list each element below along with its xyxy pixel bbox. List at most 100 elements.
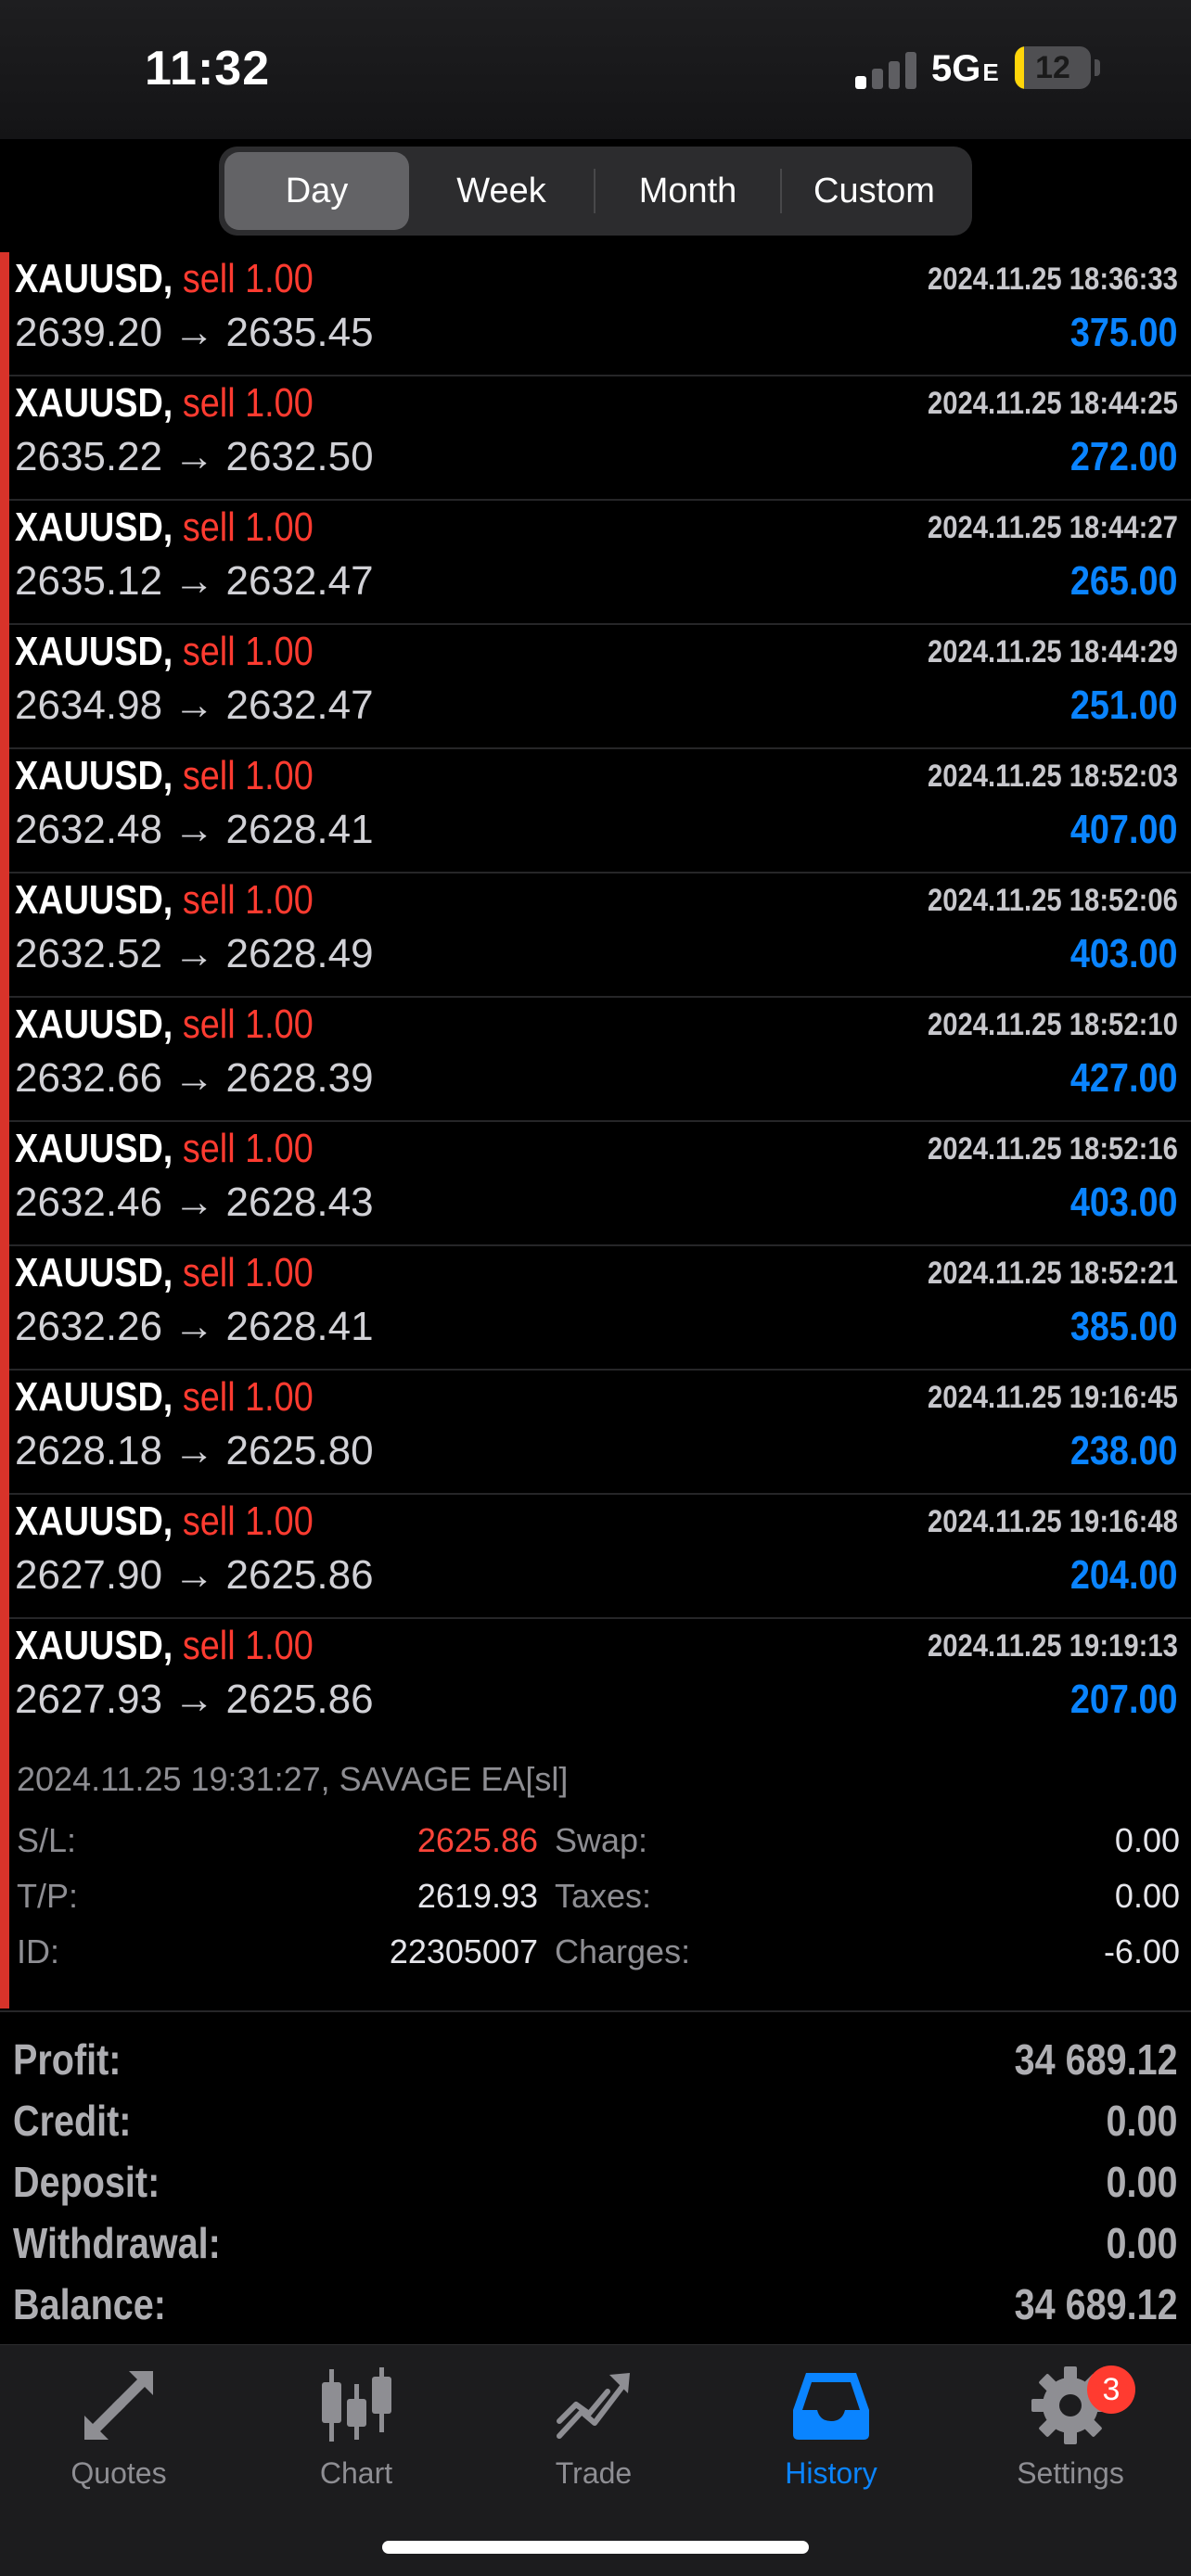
trade-side: sell 1.00 [182,256,314,301]
trade-prices: 2628.18 → 2625.80 [15,1428,374,1473]
taxes-value: 0.00 [1114,1877,1180,1915]
tab-trade[interactable]: Trade [501,2364,686,2503]
trade-time: 2024.11.25 18:44:27 [928,510,1178,545]
trade-symbol: XAUUSD, [15,1498,173,1544]
trade-row[interactable]: XAUUSD, sell 1.00 2024.11.25 18:44:25 26… [9,376,1191,501]
candlestick-chart-icon [322,2367,391,2442]
tab-custom[interactable]: Custom [782,152,967,230]
trade-side: sell 1.00 [182,1126,314,1171]
trade-symbol: XAUUSD, [15,504,173,550]
tab-settings-label: Settings [1017,2456,1124,2490]
trade-prices: 2635.12 → 2632.47 [15,558,374,604]
trade-symbol: XAUUSD, [15,1623,173,1668]
trade-symbol: XAUUSD, [15,629,173,674]
trade-symbol: XAUUSD, [15,256,173,301]
trade-row[interactable]: XAUUSD, sell 1.00 2024.11.25 19:16:48 26… [9,1495,1191,1619]
battery-icon: 12 [1015,46,1091,89]
status-time: 11:32 [145,42,271,96]
tab-quotes[interactable]: Quotes [26,2364,211,2503]
trade-side: sell 1.00 [182,504,314,550]
trade-row[interactable]: XAUUSD, sell 1.00 2024.11.25 18:52:06 26… [9,874,1191,998]
withdrawal-value: 0.00 [1107,2219,1178,2267]
trade-side: sell 1.00 [182,1498,314,1544]
trade-time: 2024.11.25 18:52:03 [928,759,1178,794]
trade-side: sell 1.00 [182,1623,314,1668]
tab-week[interactable]: Week [409,152,594,230]
trade-side: sell 1.00 [182,629,314,674]
trade-time: 2024.11.25 19:16:48 [928,1504,1178,1539]
trade-symbol: XAUUSD, [15,877,173,923]
cellular-signal-icon [855,48,920,89]
trade-prices: 2632.52 → 2628.49 [15,931,374,976]
trade-profit: 238.00 [1070,1428,1178,1473]
balance-value: 34 689.12 [1014,2280,1178,2328]
trade-side: sell 1.00 [182,877,314,923]
trade-prices: 2632.66 → 2628.39 [15,1055,374,1101]
deposit-label: Deposit: [13,2158,160,2206]
trade-symbol: XAUUSD, [15,1250,173,1295]
trade-side: sell 1.00 [182,1001,314,1047]
trade-row[interactable]: XAUUSD, sell 1.00 2024.11.25 18:44:27 26… [9,501,1191,625]
credit-value: 0.00 [1107,2097,1178,2145]
network-type: 5GE [931,48,999,89]
trade-profit: 251.00 [1070,682,1178,728]
trade-time: 2024.11.25 18:52:10 [928,1007,1178,1042]
trade-profit: 204.00 [1070,1552,1178,1598]
taxes-label: Taxes: [555,1877,652,1915]
trade-profit: 427.00 [1070,1055,1178,1101]
trade-history-list[interactable]: XAUUSD, sell 1.00 2024.11.25 18:36:33 26… [0,252,1191,2009]
trade-prices: 2632.26 → 2628.41 [15,1304,374,1349]
trade-row[interactable]: XAUUSD, sell 1.00 2024.11.25 18:44:29 26… [9,625,1191,749]
sl-label: S/L: [17,1821,77,1859]
details-header: 2024.11.25 19:31:27, SAVAGE EA[sl] [17,1760,569,1798]
withdrawal-label: Withdrawal: [13,2219,221,2267]
details-row-tp: T/P: 2619.93 Taxes: 0.00 [17,1877,1180,1923]
trade-prices: 2632.46 → 2628.43 [15,1180,374,1225]
id-value: 22305007 [389,1932,538,1970]
trade-details-panel: 2024.11.25 19:31:27, SAVAGE EA[sl] S/L: … [9,1743,1191,2003]
inbox-tray-icon [793,2373,869,2440]
tab-trade-label: Trade [555,2456,633,2490]
trade-prices: 2634.98 → 2632.47 [15,682,374,728]
profit-label: Profit: [13,2035,122,2084]
credit-label: Credit: [13,2097,132,2145]
tab-settings[interactable]: Settings 3 [978,2364,1163,2503]
deposit-value: 0.00 [1107,2158,1178,2206]
trade-row[interactable]: XAUUSD, sell 1.00 2024.11.25 19:19:13 26… [9,1619,1191,1743]
trade-side: sell 1.00 [182,753,314,798]
trade-prices: 2635.22 → 2632.50 [15,434,374,479]
trade-symbol: XAUUSD, [15,380,173,426]
trade-row[interactable]: XAUUSD, sell 1.00 2024.11.25 18:52:03 26… [9,749,1191,874]
trade-side: sell 1.00 [182,1250,314,1295]
details-row-id: ID: 22305007 Charges: -6.00 [17,1932,1180,1979]
trade-symbol: XAUUSD, [15,1001,173,1047]
tab-chart[interactable]: Chart [263,2364,449,2503]
balance-label: Balance: [13,2280,166,2328]
summary-balance: Balance: 34 689.12 [13,2279,1178,2339]
trade-row[interactable]: XAUUSD, sell 1.00 2024.11.25 18:52:10 26… [9,998,1191,1122]
trade-profit: 375.00 [1070,310,1178,355]
trade-time: 2024.11.25 19:16:45 [928,1380,1178,1415]
trade-row[interactable]: XAUUSD, sell 1.00 2024.11.25 18:52:21 26… [9,1246,1191,1371]
period-segmented-control: Day Week Month Custom [219,147,972,236]
trade-prices: 2632.48 → 2628.41 [15,807,374,852]
trade-profit: 207.00 [1070,1677,1178,1722]
trade-time: 2024.11.25 18:52:21 [928,1256,1178,1291]
tab-history[interactable]: History [738,2364,924,2503]
trade-time: 2024.11.25 18:52:06 [928,883,1178,918]
summary-profit: Profit: 34 689.12 [13,2034,1178,2094]
trade-profit: 407.00 [1070,807,1178,852]
summary-deposit: Deposit: 0.00 [13,2157,1178,2216]
tab-month[interactable]: Month [596,152,780,230]
tp-value: 2619.93 [416,1877,538,1915]
charges-value: -6.00 [1103,1932,1180,1970]
home-indicator[interactable] [382,2541,809,2554]
trade-row[interactable]: XAUUSD, sell 1.00 2024.11.25 19:16:45 26… [9,1371,1191,1495]
trade-time: 2024.11.25 18:44:29 [928,634,1178,670]
trade-row[interactable]: XAUUSD, sell 1.00 2024.11.25 18:52:16 26… [9,1122,1191,1246]
summary-credit: Credit: 0.00 [13,2096,1178,2155]
trade-side: sell 1.00 [182,1374,314,1420]
trade-row[interactable]: XAUUSD, sell 1.00 2024.11.25 18:36:33 26… [9,252,1191,376]
quotes-icon [84,2371,153,2440]
tab-day[interactable]: Day [224,152,409,230]
